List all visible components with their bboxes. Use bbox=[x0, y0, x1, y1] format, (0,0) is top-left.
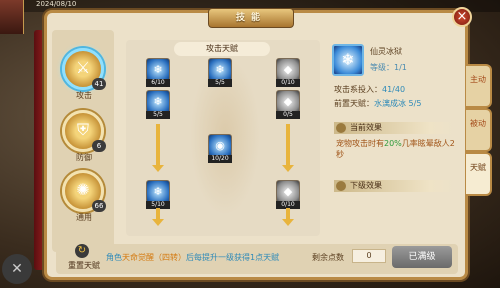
reset-label: 重置天赋 bbox=[68, 261, 100, 270]
swirl-icon: ✺ bbox=[76, 180, 90, 199]
invest-points: 攻击系投入：41/40 bbox=[334, 85, 406, 94]
tree-arrow bbox=[152, 208, 164, 226]
category-count: 41 bbox=[92, 78, 106, 90]
player-avatar[interactable] bbox=[0, 0, 24, 34]
shield-icon: ⛨ bbox=[76, 120, 89, 139]
talent-node-count: 5/5 bbox=[208, 79, 232, 87]
left-ornament bbox=[34, 30, 44, 270]
tree-arrow bbox=[152, 124, 164, 172]
close-icon: × bbox=[456, 9, 468, 24]
selected-skill-icon: ❄ bbox=[332, 44, 364, 76]
next-effect-header: 下级效果 bbox=[334, 180, 454, 192]
skill-level: 等级：1/1 bbox=[370, 63, 407, 72]
category-general[interactable]: ✺ 66 通用 bbox=[60, 170, 112, 224]
prerequisite-talent: 前置天赋：水漓成冰 5/5 bbox=[334, 99, 422, 108]
tree-title: 攻击天赋 bbox=[174, 42, 270, 56]
talent-node-count: 0/5 bbox=[276, 111, 300, 119]
reset-icon: ↻ bbox=[75, 244, 89, 258]
talent-node[interactable]: ❄ 5/10 bbox=[146, 180, 170, 209]
tab-passive-skills[interactable]: 被动 bbox=[466, 108, 492, 152]
talent-node[interactable]: ◆ 0/10 bbox=[276, 58, 300, 87]
tree-arrow bbox=[282, 208, 294, 226]
talent-node[interactable]: ❄ 5/5 bbox=[146, 90, 170, 119]
current-effect-text: 宠物攻击时有20%几率眩晕敌人2秒 bbox=[336, 139, 455, 159]
panel-title: 技能 bbox=[208, 8, 294, 28]
current-effect-header: 当前效果 bbox=[334, 122, 454, 134]
status-time: 2024/08/10 bbox=[36, 0, 77, 8]
sword-icon: ⚔ bbox=[75, 58, 91, 77]
section-bullet-icon bbox=[336, 123, 346, 133]
reset-talent-button[interactable]: ↻ 重置天赋 bbox=[62, 244, 102, 274]
category-label: 防御 bbox=[76, 153, 92, 162]
maxed-button[interactable]: 已满级 bbox=[392, 246, 452, 268]
talent-node[interactable]: ❄ 5/5 bbox=[208, 58, 232, 87]
category-label: 攻击 bbox=[76, 91, 92, 100]
talent-node[interactable]: ❄ 6/10 bbox=[146, 58, 170, 87]
talent-notice: 角色天命觉醒（四转）后每提升一级获得1点天赋 bbox=[106, 253, 280, 262]
talent-node[interactable]: ◆ 0/5 bbox=[276, 90, 300, 119]
remaining-points-label: 剩余点数 bbox=[312, 253, 344, 262]
tab-talent[interactable]: 天赋 bbox=[466, 152, 492, 196]
close-button[interactable]: × bbox=[452, 7, 472, 27]
talent-node-count: 10/20 bbox=[208, 155, 232, 163]
category-label: 通用 bbox=[76, 213, 92, 222]
tree-arrow bbox=[282, 124, 294, 172]
talent-node-count: 5/5 bbox=[146, 111, 170, 119]
remaining-points-value: 0 bbox=[352, 249, 386, 263]
talent-node-count: 0/10 bbox=[276, 79, 300, 87]
category-attack[interactable]: ⚔ 41 攻击 bbox=[60, 48, 112, 102]
bottom-left-button-icon[interactable]: ✕ bbox=[2, 254, 32, 284]
tab-active-skills[interactable]: 主动 bbox=[466, 64, 492, 108]
category-count: 66 bbox=[92, 200, 106, 212]
skill-name: 仙灵冰狱 bbox=[370, 47, 402, 56]
talent-node[interactable]: ◆ 0/10 bbox=[276, 180, 300, 209]
talent-node-count: 6/10 bbox=[146, 79, 170, 87]
category-count: 6 bbox=[92, 140, 106, 152]
talent-node[interactable]: ◉ 10/20 bbox=[208, 134, 232, 163]
category-defense[interactable]: ⛨ 6 防御 bbox=[60, 110, 112, 164]
section-bullet-icon bbox=[336, 181, 346, 191]
